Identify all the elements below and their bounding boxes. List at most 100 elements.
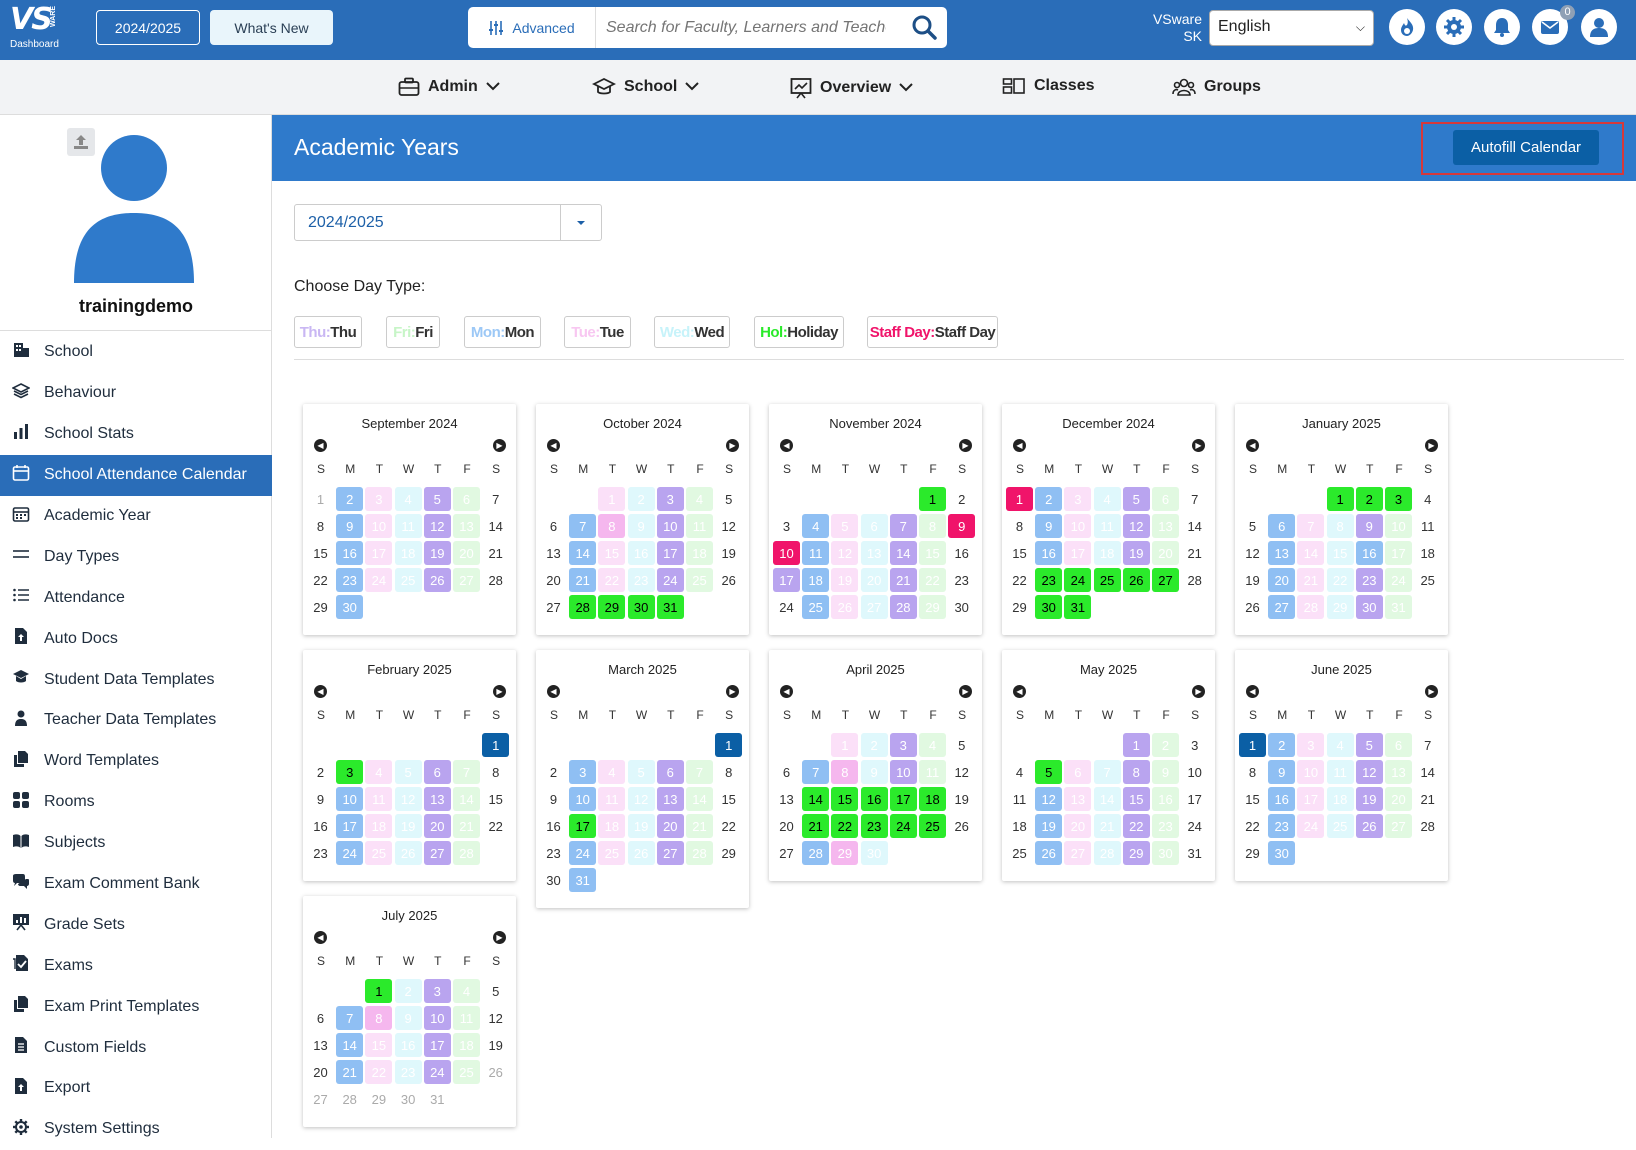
calendar-day[interactable]: 22 [1239,814,1266,838]
calendar-day[interactable]: 20 [1064,814,1092,838]
calendar-day[interactable]: 11 [453,1006,480,1030]
next-month-icon[interactable]: ▶ [493,439,506,452]
calendar-day[interactable]: 23 [627,568,655,592]
calendar-day[interactable]: 20 [656,814,684,838]
calendar-day[interactable]: 4 [453,979,480,1003]
sidebar-item-exams[interactable]: Exams [0,945,272,986]
calendar-day[interactable]: 14 [686,787,713,811]
calendar-day[interactable]: 8 [307,514,334,538]
search-icon[interactable] [911,14,937,40]
calendar-day[interactable]: 23 [307,841,334,865]
calendar-day[interactable]: 26 [423,568,451,592]
calendar-day[interactable]: 16 [394,1033,422,1057]
calendar-day[interactable]: 10 [336,787,364,811]
calendar-day[interactable]: 29 [919,595,946,619]
calendar-day[interactable]: 18 [802,568,830,592]
calendar-day[interactable]: 1 [482,733,510,757]
calendar-day[interactable]: 12 [482,1006,509,1030]
calendar-day[interactable]: 22 [365,1060,393,1084]
calendar-day[interactable]: 23 [394,1060,422,1084]
calendar-day[interactable]: 10 [1064,514,1092,538]
calendar-day[interactable]: 12 [1122,514,1150,538]
calendar-day[interactable]: 28 [569,595,597,619]
whats-new-button[interactable]: What's New [210,10,333,45]
calendar-day[interactable]: 29 [365,1087,392,1111]
calendar-day[interactable]: 17 [1385,541,1412,565]
calendar-day[interactable]: 13 [656,787,684,811]
calendar-day[interactable]: 2 [1268,733,1296,757]
calendar-day[interactable]: 15 [715,787,742,811]
calendar-day[interactable]: 18 [453,1033,480,1057]
calendar-day[interactable]: 1 [1239,733,1266,757]
prev-month-icon[interactable]: ◀ [314,931,327,944]
calendar-day[interactable]: 11 [802,541,830,565]
day-type-chip-wed[interactable]: Wed: Wed [654,316,730,348]
calendar-day[interactable]: 3 [1181,733,1208,757]
calendar-day[interactable]: 16 [1355,541,1383,565]
calendar-day[interactable]: 11 [1326,760,1354,784]
calendar-day[interactable]: 15 [598,541,626,565]
academic-year-select[interactable]: 2024/2025 [294,204,602,241]
calendar-day[interactable]: 16 [336,541,364,565]
calendar-day[interactable]: 30 [540,868,567,892]
calendar-day[interactable]: 30 [1152,841,1179,865]
prev-month-icon[interactable]: ◀ [547,685,560,698]
bell-icon[interactable] [1484,9,1520,45]
calendar-day[interactable]: 25 [365,841,393,865]
calendar-day[interactable]: 30 [336,595,364,619]
calendar-day[interactable]: 21 [482,541,509,565]
calendar-day[interactable]: 29 [1326,595,1354,619]
calendar-day[interactable]: 21 [1414,787,1441,811]
sidebar-item-word-templates[interactable]: Word Templates [0,741,272,782]
calendar-day[interactable]: 20 [540,568,567,592]
calendar-day[interactable]: 29 [1239,841,1266,865]
calendar-day[interactable]: 19 [715,541,742,565]
sidebar-item-school-attendance-calendar[interactable]: School Attendance Calendar [0,454,272,496]
calendar-day[interactable]: 24 [1297,814,1325,838]
calendar-day[interactable]: 15 [482,787,509,811]
calendar-day[interactable]: 5 [423,487,451,511]
calendar-day[interactable]: 6 [423,760,451,784]
calendar-day[interactable]: 31 [1181,841,1208,865]
calendar-day[interactable]: 20 [1268,568,1296,592]
calendar-day[interactable]: 1 [598,487,626,511]
calendar-day[interactable]: 28 [453,841,480,865]
prev-month-icon[interactable]: ◀ [314,685,327,698]
prev-month-icon[interactable]: ◀ [1013,685,1026,698]
calendar-day[interactable]: 1 [307,487,334,511]
calendar-day[interactable]: 18 [1006,814,1033,838]
calendar-day[interactable]: 8 [598,514,626,538]
calendar-day[interactable]: 22 [919,568,946,592]
calendar-day[interactable]: 9 [860,760,888,784]
calendar-day[interactable]: 21 [1181,541,1208,565]
calendar-day[interactable]: 7 [569,514,597,538]
calendar-day[interactable]: 10 [423,1006,451,1030]
calendar-day[interactable]: 22 [831,814,859,838]
calendar-day[interactable]: 13 [307,1033,334,1057]
calendar-day[interactable]: 2 [1035,487,1063,511]
calendar-day[interactable]: 26 [1355,814,1383,838]
calendar-day[interactable]: 21 [453,814,480,838]
calendar-day[interactable]: 12 [715,514,742,538]
calendar-day[interactable]: 26 [394,841,422,865]
calendar-day[interactable]: 3 [889,733,917,757]
calendar-day[interactable]: 8 [1006,514,1033,538]
calendar-day[interactable]: 6 [540,514,567,538]
calendar-day[interactable]: 9 [307,787,334,811]
calendar-day[interactable]: 6 [773,760,800,784]
calendar-day[interactable]: 1 [365,979,393,1003]
day-type-chip-fri[interactable]: Fri: Fri [386,316,440,348]
calendar-day[interactable]: 25 [1093,568,1121,592]
calendar-day[interactable]: 10 [889,760,917,784]
calendar-day[interactable]: 8 [919,514,946,538]
calendar-day[interactable]: 15 [1326,541,1354,565]
calendar-day[interactable]: 20 [423,814,451,838]
calendar-day[interactable]: 10 [569,787,597,811]
calendar-day[interactable]: 14 [1181,514,1208,538]
calendar-day[interactable]: 1 [919,487,946,511]
sidebar-item-exam-comment-bank[interactable]: Exam Comment Bank [0,864,272,905]
calendar-day[interactable]: 23 [1035,568,1063,592]
sidebar-item-grade-sets[interactable]: Grade Sets [0,904,272,945]
calendar-day[interactable]: 15 [1006,541,1033,565]
calendar-day[interactable]: 17 [889,787,917,811]
